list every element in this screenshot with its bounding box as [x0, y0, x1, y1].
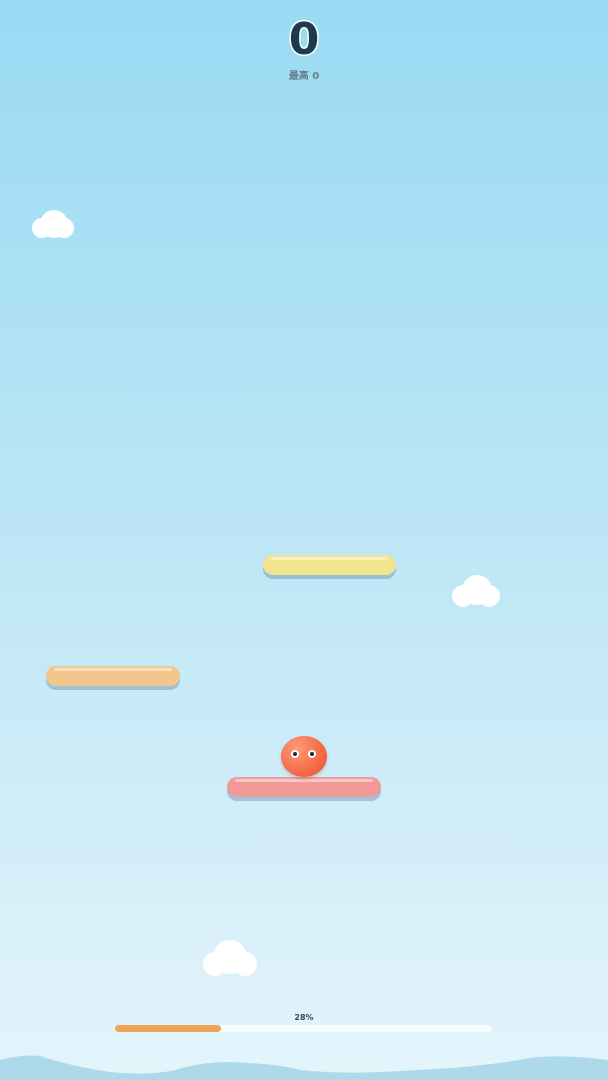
progress-fill	[115, 1025, 221, 1032]
platform	[263, 555, 396, 575]
cloud-icon	[452, 575, 502, 613]
progress-bar	[115, 1025, 492, 1032]
platform	[46, 666, 180, 686]
progress-percent: 28%	[294, 1013, 314, 1022]
platform	[227, 777, 381, 797]
player-ball	[281, 736, 327, 777]
eye-icon	[291, 750, 299, 758]
cloud-icon	[203, 940, 259, 982]
best-score: 最高 0	[288, 71, 320, 82]
eye-icon	[308, 750, 316, 758]
cloud-icon	[32, 210, 76, 244]
hills	[0, 1055, 608, 1080]
score-counter: 0	[287, 13, 321, 67]
